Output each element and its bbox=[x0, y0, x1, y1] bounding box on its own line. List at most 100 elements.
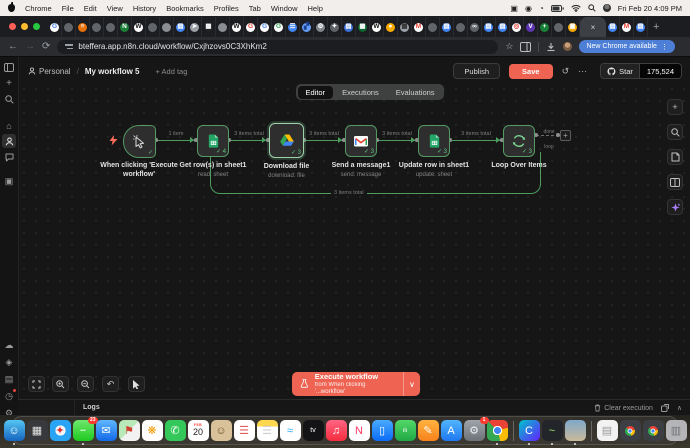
back-button[interactable]: ← bbox=[8, 41, 18, 52]
browser-tab[interactable]: ▤ bbox=[174, 17, 188, 37]
node-update-row-in-sheet1[interactable]: ✓ 3 bbox=[418, 125, 450, 157]
menu-chrome[interactable]: Chrome bbox=[25, 4, 52, 13]
reload-button[interactable]: ⟳ bbox=[42, 41, 50, 52]
more-vertical-icon[interactable]: ⋮ bbox=[661, 43, 668, 51]
browser-tab[interactable] bbox=[552, 17, 566, 37]
forward-button[interactable]: → bbox=[25, 41, 35, 52]
menu-view[interactable]: View bbox=[107, 4, 123, 13]
browser-tab[interactable]: ▤ bbox=[606, 17, 620, 37]
browser-tab[interactable]: ◎ bbox=[510, 17, 524, 37]
user-switch-icon[interactable] bbox=[602, 4, 611, 12]
personal-project-icon[interactable] bbox=[2, 134, 16, 148]
dock-pages[interactable]: ✎ bbox=[417, 420, 439, 441]
home-icon[interactable]: ⌂ bbox=[0, 119, 18, 133]
dock-launchpad[interactable]: ▦ bbox=[26, 420, 48, 441]
panel-layout-icon[interactable] bbox=[667, 174, 683, 190]
updates-icon[interactable]: ◷ bbox=[0, 389, 18, 403]
browser-tab[interactable] bbox=[62, 17, 76, 37]
browser-tab[interactable]: ▣ bbox=[566, 17, 580, 37]
add-workflow-icon[interactable]: + bbox=[0, 76, 18, 90]
dock-trash[interactable]: ▥ bbox=[665, 420, 687, 441]
dock-music[interactable]: ♫ bbox=[325, 420, 347, 441]
fit-view-button[interactable] bbox=[28, 376, 45, 392]
browser-tab[interactable]: M bbox=[412, 17, 426, 37]
templates-icon[interactable]: ▤ bbox=[0, 372, 18, 386]
dock-downloads-document[interactable]: ▤ bbox=[596, 420, 618, 441]
menu-profiles[interactable]: Profiles bbox=[214, 4, 239, 13]
dock-chrome[interactable] bbox=[486, 420, 508, 445]
zoom-out-button[interactable] bbox=[77, 376, 94, 392]
update-chrome-button[interactable]: New Chrome available ⋮ bbox=[579, 40, 675, 53]
workflow-title[interactable]: My workflow 5 bbox=[85, 67, 140, 76]
collapse-logs-icon[interactable]: ∧ bbox=[677, 404, 682, 412]
chat-icon[interactable] bbox=[0, 150, 18, 164]
browser-tab-active[interactable]: × bbox=[580, 17, 606, 37]
dock-apple-tv[interactable]: tv bbox=[302, 420, 324, 441]
browser-tab[interactable]: G bbox=[244, 17, 258, 37]
browser-tab[interactable]: ➤ bbox=[188, 17, 202, 37]
sticky-note-icon[interactable] bbox=[667, 149, 683, 165]
browser-tab[interactable]: G bbox=[258, 17, 272, 37]
menubar-clock[interactable]: Fri Feb 20 4:09 PM bbox=[618, 4, 682, 13]
ai-assistant-icon[interactable] bbox=[667, 199, 683, 215]
logs-title[interactable]: Logs bbox=[83, 404, 100, 411]
browser-tab[interactable]: ⚙ bbox=[314, 17, 328, 37]
node-loop-over-items[interactable]: ✓ 3 bbox=[503, 125, 535, 157]
display-mirroring-icon[interactable]: ▣ bbox=[510, 4, 518, 13]
browser-tab[interactable]: G bbox=[48, 17, 62, 37]
tab-evaluations[interactable]: Evaluations bbox=[388, 86, 443, 99]
minimize-window-button[interactable] bbox=[21, 23, 28, 30]
menu-bookmarks[interactable]: Bookmarks bbox=[166, 4, 204, 13]
search-icon[interactable] bbox=[0, 92, 18, 106]
node-when-clicking-execute-workflow[interactable]: ✓ bbox=[123, 125, 156, 158]
close-window-button[interactable] bbox=[9, 23, 16, 30]
dock-reminders[interactable]: ☰ bbox=[233, 420, 255, 441]
browser-tab[interactable]: ≡ bbox=[76, 17, 90, 37]
wifi-icon[interactable] bbox=[571, 4, 581, 12]
zoom-window-button[interactable] bbox=[33, 23, 40, 30]
address-bar[interactable]: bteffera.app.n8n.cloud/workflow/Cxjhzovs… bbox=[57, 39, 499, 54]
github-star-widget[interactable]: Star 175,524 bbox=[600, 63, 682, 79]
site-settings-icon[interactable] bbox=[65, 44, 74, 49]
browser-tab[interactable]: ▦ bbox=[356, 17, 370, 37]
browser-tab[interactable]: ▞ bbox=[300, 17, 314, 37]
spotlight-search-icon[interactable] bbox=[588, 4, 596, 12]
dock-canva[interactable]: C bbox=[518, 420, 540, 445]
browser-tab[interactable]: ▤ bbox=[342, 17, 356, 37]
clear-execution-button[interactable]: Clear execution bbox=[594, 404, 653, 412]
apple-logo-icon[interactable] bbox=[8, 2, 15, 12]
url-text[interactable]: bteffera.app.n8n.cloud/workflow/Cxjhzovs… bbox=[78, 42, 266, 51]
browser-tab[interactable]: ● bbox=[384, 17, 398, 37]
dock-system-settings[interactable]: ⚙ 1 bbox=[463, 417, 489, 441]
pop-out-icon[interactable] bbox=[660, 404, 669, 412]
menu-window[interactable]: Window bbox=[271, 4, 298, 13]
node-send-a-message1[interactable]: ✓ 3 bbox=[345, 125, 377, 157]
insights-icon[interactable]: ▣ bbox=[0, 174, 18, 188]
undo-button[interactable]: ↶ bbox=[102, 376, 119, 392]
history-icon[interactable]: ↺ bbox=[562, 66, 570, 77]
downloads-icon[interactable] bbox=[546, 42, 556, 52]
dock-contacts[interactable]: ☺ bbox=[210, 420, 232, 441]
dock-app-store[interactable]: A bbox=[440, 420, 462, 441]
browser-tab[interactable]: N bbox=[118, 17, 132, 37]
execute-options-chevron[interactable]: ∨ bbox=[403, 372, 420, 396]
browser-tab[interactable]: ▦ bbox=[398, 17, 412, 37]
browser-tab[interactable]: ▤ bbox=[482, 17, 496, 37]
dock-safari[interactable]: ✦ bbox=[49, 420, 71, 441]
dock-messages[interactable]: ••• 23 bbox=[72, 417, 98, 445]
browser-tab[interactable] bbox=[146, 17, 160, 37]
more-menu-icon[interactable]: ··· bbox=[578, 66, 587, 76]
browser-tab[interactable]: W bbox=[370, 17, 384, 37]
tab-executions[interactable]: Executions bbox=[334, 86, 387, 99]
side-panel-icon[interactable] bbox=[520, 41, 532, 52]
add-node-endpoint[interactable]: + bbox=[560, 130, 571, 141]
canvas-search-icon[interactable] bbox=[667, 124, 683, 140]
add-node-button[interactable]: + bbox=[667, 99, 683, 115]
browser-tab[interactable]: ▤ bbox=[634, 17, 648, 37]
battery-icon[interactable] bbox=[550, 4, 564, 12]
dock-chrome-window-1[interactable] bbox=[619, 420, 641, 441]
browser-tab[interactable]: ✦ bbox=[328, 17, 342, 37]
browser-tab[interactable]: W bbox=[230, 17, 244, 37]
new-tab-button[interactable]: + bbox=[653, 21, 659, 33]
bookmark-star-icon[interactable]: ☆ bbox=[505, 41, 513, 52]
